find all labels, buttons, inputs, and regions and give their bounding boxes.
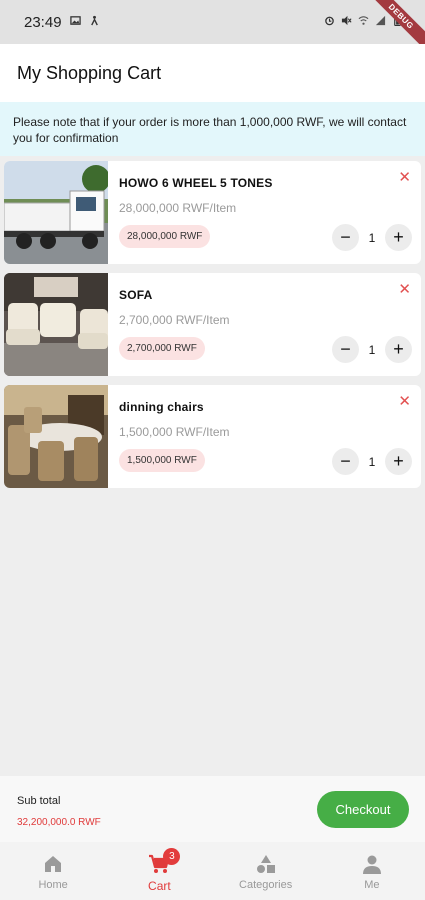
increment-button[interactable]: + [385, 448, 412, 475]
product-image-truck[interactable] [4, 161, 108, 264]
decrement-button[interactable]: − [332, 224, 359, 251]
categories-icon [255, 853, 277, 875]
decrement-button[interactable]: − [332, 336, 359, 363]
quantity-stepper: − 1 + [332, 336, 412, 363]
order-confirmation-notice: Please note that if your order is more t… [0, 102, 425, 156]
unit-price: 2,700,000 RWF/Item [119, 313, 230, 327]
mute-icon [341, 15, 352, 29]
item-total-badge: 28,000,000 RWF [119, 225, 211, 248]
cart-count-badge: 3 [163, 848, 181, 865]
increment-button[interactable]: + [385, 224, 412, 251]
wifi-icon [358, 15, 369, 29]
battery-icon [392, 15, 403, 29]
product-name: SOFA [119, 288, 153, 302]
quantity-value: 1 [368, 454, 376, 469]
unit-price: 1,500,000 RWF/Item [119, 425, 230, 439]
alarm-icon [324, 15, 335, 29]
cart-item: SOFA 2,700,000 RWF/Item 2,700,000 RWF ✕ … [4, 273, 421, 376]
nav-home[interactable]: Home [0, 842, 106, 900]
remove-item-button[interactable]: ✕ [398, 282, 411, 297]
cart-item: dinning chairs 1,500,000 RWF/Item 1,500,… [4, 385, 421, 488]
home-icon [42, 853, 64, 875]
nav-me[interactable]: Me [319, 842, 425, 900]
product-image-sofa[interactable] [4, 273, 108, 376]
accessibility-icon [89, 13, 100, 31]
status-bar: 23:49 [0, 0, 425, 44]
unit-price: 28,000,000 RWF/Item [119, 201, 237, 215]
cart-icon: 3 [148, 848, 181, 875]
nav-home-label: Home [38, 879, 68, 891]
checkout-footer: Sub total 32,200,000.0 RWF Checkout [0, 776, 425, 842]
nav-cart-label: Cart [148, 879, 171, 893]
person-icon [361, 853, 383, 875]
product-name: dinning chairs [119, 400, 204, 414]
quantity-value: 1 [368, 342, 376, 357]
increment-button[interactable]: + [385, 336, 412, 363]
decrement-button[interactable]: − [332, 448, 359, 475]
cart-item-list: HOWO 6 WHEEL 5 TONES 28,000,000 RWF/Item… [4, 161, 421, 497]
nav-categories[interactable]: Categories [213, 842, 319, 900]
signal-icon [375, 15, 386, 29]
nav-categories-label: Categories [239, 879, 293, 891]
remove-item-button[interactable]: ✕ [398, 170, 411, 185]
item-total-badge: 2,700,000 RWF [119, 337, 205, 360]
checkout-button[interactable]: Checkout [317, 791, 409, 828]
app-bar: My Shopping Cart [0, 44, 425, 102]
nav-cart[interactable]: 3 Cart [106, 842, 212, 900]
subtotal-label: Sub total [17, 795, 61, 807]
product-image-dining-set[interactable] [4, 385, 108, 488]
cart-item: HOWO 6 WHEEL 5 TONES 28,000,000 RWF/Item… [4, 161, 421, 264]
remove-item-button[interactable]: ✕ [398, 394, 411, 409]
quantity-stepper: − 1 + [332, 448, 412, 475]
product-name: HOWO 6 WHEEL 5 TONES [119, 176, 273, 190]
bottom-nav: Home 3 Cart Categories Me [0, 842, 425, 900]
quantity-stepper: − 1 + [332, 224, 412, 251]
status-time: 23:49 [24, 13, 62, 31]
nav-me-label: Me [364, 879, 380, 891]
item-total-badge: 1,500,000 RWF [119, 449, 205, 472]
gallery-icon [69, 13, 81, 31]
quantity-value: 1 [368, 230, 376, 245]
subtotal-value: 32,200,000.0 RWF [17, 817, 101, 828]
page-title: My Shopping Cart [17, 62, 162, 83]
